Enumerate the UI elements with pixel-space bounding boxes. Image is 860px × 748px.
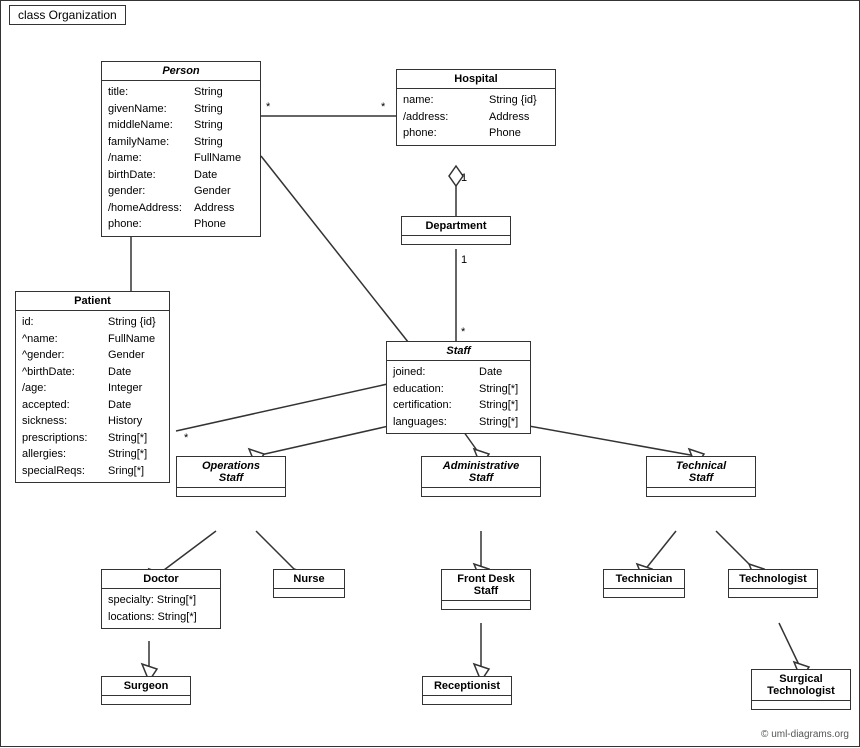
svg-text:*: * <box>184 432 189 444</box>
svg-text:1: 1 <box>461 254 467 266</box>
hospital-box: Hospital name:String {id} /address:Addre… <box>396 69 556 146</box>
receptionist-box: Receptionist <box>422 676 512 705</box>
staff-title: Staff <box>387 342 530 361</box>
hospital-body: name:String {id} /address:Address phone:… <box>397 89 555 145</box>
technologist-title: Technologist <box>729 570 817 589</box>
doctor-box: Doctor specialty: String[*] locations: S… <box>101 569 221 629</box>
svg-text:*: * <box>266 101 271 113</box>
person-box: Person title:String givenName:String mid… <box>101 61 261 237</box>
nurse-body <box>274 589 344 597</box>
technician-title: Technician <box>604 570 684 589</box>
svg-text:1: 1 <box>461 172 467 184</box>
administrative-staff-body <box>422 488 540 496</box>
surgical-technologist-title: SurgicalTechnologist <box>752 670 850 701</box>
surgeon-title: Surgeon <box>102 677 190 696</box>
staff-body: joined:Date education:String[*] certific… <box>387 361 530 433</box>
surgeon-box: Surgeon <box>101 676 191 705</box>
administrative-staff-title: AdministrativeStaff <box>422 457 540 488</box>
front-desk-staff-box: Front DeskStaff <box>441 569 531 610</box>
technical-staff-body <box>647 488 755 496</box>
operations-staff-box: OperationsStaff <box>176 456 286 497</box>
svg-text:*: * <box>461 326 466 338</box>
technologist-body <box>729 589 817 597</box>
operations-staff-body <box>177 488 285 496</box>
person-title: Person <box>102 62 260 81</box>
technician-box: Technician <box>603 569 685 598</box>
patient-body: id:String {id} ^name:FullName ^gender:Ge… <box>16 311 169 482</box>
person-body: title:String givenName:String middleName… <box>102 81 260 236</box>
technical-staff-title: TechnicalStaff <box>647 457 755 488</box>
operations-staff-title: OperationsStaff <box>177 457 285 488</box>
diagram-title: class Organization <box>9 5 126 25</box>
technologist-box: Technologist <box>728 569 818 598</box>
surgical-technologist-box: SurgicalTechnologist <box>751 669 851 710</box>
patient-title: Patient <box>16 292 169 311</box>
patient-box: Patient id:String {id} ^name:FullName ^g… <box>15 291 170 483</box>
svg-text:*: * <box>381 101 386 113</box>
front-desk-staff-title: Front DeskStaff <box>442 570 530 601</box>
front-desk-staff-body <box>442 601 530 609</box>
department-title: Department <box>402 217 510 236</box>
surgeon-body <box>102 696 190 704</box>
copyright: © uml-diagrams.org <box>761 729 849 740</box>
hospital-title: Hospital <box>397 70 555 89</box>
receptionist-title: Receptionist <box>423 677 511 696</box>
department-box: Department <box>401 216 511 245</box>
receptionist-body <box>423 696 511 704</box>
staff-box: Staff joined:Date education:String[*] ce… <box>386 341 531 434</box>
doctor-title: Doctor <box>102 570 220 589</box>
diagram-container: class Organization * * 1 * 1 * * * <box>0 0 860 747</box>
technical-staff-box: TechnicalStaff <box>646 456 756 497</box>
administrative-staff-box: AdministrativeStaff <box>421 456 541 497</box>
surgical-technologist-body <box>752 701 850 709</box>
nurse-title: Nurse <box>274 570 344 589</box>
technician-body <box>604 589 684 597</box>
nurse-box: Nurse <box>273 569 345 598</box>
department-body <box>402 236 510 244</box>
doctor-body: specialty: String[*] locations: String[*… <box>102 589 220 628</box>
